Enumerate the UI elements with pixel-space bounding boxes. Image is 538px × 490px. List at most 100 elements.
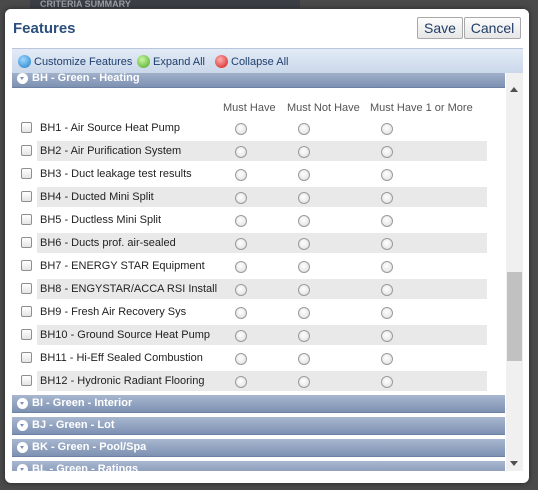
must-have-radio[interactable] [235,284,247,296]
must-not-have-radio[interactable] [298,238,310,250]
feature-row: BH10 - Ground Source Heat Pump [12,324,505,347]
must-have-radio[interactable] [235,192,247,204]
expand-all-button[interactable]: Expand All [137,54,209,70]
group-label: BK - Green - Pool/Spa [32,441,147,453]
feature-checkbox[interactable] [21,306,32,317]
must-have-radio[interactable] [235,169,247,181]
group-header-bi[interactable]: BI - Green - Interior [12,395,505,413]
must-have-radio[interactable] [235,330,247,342]
must-not-have-radio[interactable] [298,376,310,388]
must-have-radio[interactable] [235,353,247,365]
feature-row: BH2 - Air Purification System [12,140,505,163]
must-have-one-radio[interactable] [381,353,393,365]
save-button[interactable]: Save [417,17,463,39]
feature-checkbox[interactable] [21,168,32,179]
col-must-have-one: Must Have 1 or More [370,102,473,114]
background-tab: CRITERIA SUMMARY [30,0,300,8]
feature-row: BH12 - Hydronic Radiant Flooring [12,370,505,393]
feature-label: BH5 - Ductless Mini Split [40,214,162,226]
must-not-have-radio[interactable] [298,353,310,365]
feature-checkbox[interactable] [21,260,32,271]
features-list: BH - Green - Heating Must Have Must Not … [12,73,523,471]
group-header-bl[interactable]: BL - Green - Ratings [12,461,505,471]
feature-checkbox[interactable] [21,191,32,202]
must-have-one-radio[interactable] [381,123,393,135]
collapse-all-button[interactable]: Collapse All [215,54,295,70]
must-have-one-radio[interactable] [381,284,393,296]
must-not-have-radio[interactable] [298,146,310,158]
group-header-bj[interactable]: BJ - Green - Lot [12,417,505,435]
feature-options [226,233,487,253]
must-not-have-radio[interactable] [298,192,310,204]
feature-checkbox[interactable] [21,237,32,248]
feature-checkbox[interactable] [21,352,32,363]
customize-features-button[interactable]: Customize Features [18,54,133,70]
must-not-have-radio[interactable] [298,307,310,319]
feature-checkbox[interactable] [21,329,32,340]
feature-options [226,141,487,161]
feature-row: BH11 - Hi-Eff Sealed Combustion [12,347,505,370]
must-have-radio[interactable] [235,123,247,135]
must-not-have-radio[interactable] [298,284,310,296]
must-have-one-radio[interactable] [381,261,393,273]
features-scroll-area: BH - Green - Heating Must Have Must Not … [12,73,505,471]
must-not-have-radio[interactable] [298,123,310,135]
feature-label: BH1 - Air Source Heat Pump [40,122,181,134]
feature-options [226,256,487,276]
scroll-down-icon[interactable] [506,455,523,471]
must-have-radio[interactable] [235,307,247,319]
must-have-radio[interactable] [235,376,247,388]
must-have-one-radio[interactable] [381,307,393,319]
must-have-radio[interactable] [235,215,247,227]
must-have-one-radio[interactable] [381,146,393,158]
cancel-button[interactable]: Cancel [464,17,521,39]
col-must-not-have: Must Not Have [287,102,360,114]
scroll-thumb[interactable] [507,272,522,361]
must-have-radio[interactable] [235,146,247,158]
chevron-down-icon [17,464,28,471]
must-have-one-radio[interactable] [381,238,393,250]
feature-checkbox[interactable] [21,375,32,386]
must-have-one-radio[interactable] [381,215,393,227]
group-header-bk[interactable]: BK - Green - Pool/Spa [12,439,505,457]
must-have-one-radio[interactable] [381,169,393,181]
feature-label: BH8 - ENGYSTAR/ACCA RSI Install [37,279,226,299]
collapse-all-label: Collapse All [231,56,289,68]
feature-options [226,118,487,138]
feature-row: BH3 - Duct leakage test results [12,163,505,186]
dialog-title: Features [13,20,76,37]
feature-label: BH9 - Fresh Air Recovery Sys [40,306,187,318]
chevron-down-icon [17,73,28,84]
group-label: BL - Green - Ratings [32,463,139,471]
feature-label: BH6 - Ducts prof. air-sealed [37,233,226,253]
feature-checkbox[interactable] [21,145,32,156]
must-have-one-radio[interactable] [381,330,393,342]
feature-options [226,210,487,230]
vertical-scrollbar[interactable] [506,73,523,471]
group-header-bh[interactable]: BH - Green - Heating [12,73,505,88]
feature-row: BH4 - Ducted Mini Split [12,186,505,209]
col-must-have: Must Have [223,102,276,114]
must-not-have-radio[interactable] [298,215,310,227]
feature-row: BH9 - Fresh Air Recovery Sys [12,301,505,324]
feature-checkbox[interactable] [21,283,32,294]
must-have-one-radio[interactable] [381,376,393,388]
chevron-down-icon [17,420,28,431]
feature-label: BH7 - ENERGY STAR Equipment [40,260,205,272]
must-not-have-radio[interactable] [298,169,310,181]
features-toolbar: Customize Features Expand All Collapse A… [12,48,523,74]
must-have-radio[interactable] [235,238,247,250]
group-label: BH - Green - Heating [32,73,140,84]
must-not-have-radio[interactable] [298,330,310,342]
expand-icon [137,55,150,68]
chevron-down-icon [17,398,28,409]
must-not-have-radio[interactable] [298,261,310,273]
group-label: BI - Green - Interior [32,397,133,409]
feature-options [226,348,487,368]
feature-checkbox[interactable] [21,214,32,225]
must-have-radio[interactable] [235,261,247,273]
must-have-one-radio[interactable] [381,192,393,204]
scroll-up-icon[interactable] [506,81,523,98]
feature-checkbox[interactable] [21,122,32,133]
feature-row: BH6 - Ducts prof. air-sealed [12,232,505,255]
